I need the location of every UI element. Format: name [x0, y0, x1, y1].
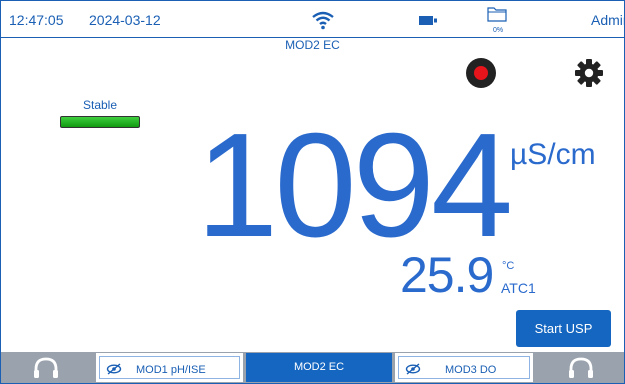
eye-slash-icon — [106, 363, 122, 375]
status-bar: 12:47:05 2024-03-12 0% Admin — [1, 1, 625, 38]
user-name[interactable]: Admin — [591, 12, 625, 28]
storage-percent: 0% — [492, 27, 504, 34]
eye-slash-icon — [405, 363, 421, 375]
tab-mod1[interactable]: MOD1 pH/ISE — [96, 353, 243, 382]
folder-icon[interactable] — [487, 6, 507, 22]
battery-icon — [419, 16, 437, 25]
headset-icon — [34, 357, 58, 378]
clock-date: 2024-03-12 — [89, 12, 161, 28]
tab-mod3-label: MOD3 DO — [445, 364, 497, 376]
temperature-unit: °C — [502, 260, 515, 272]
nav-prev-button[interactable] — [1, 352, 89, 383]
start-usp-button[interactable]: Start USP — [516, 310, 611, 347]
tab-mod2[interactable]: MOD2 EC — [246, 353, 392, 382]
measurement-value: 1094 — [196, 103, 513, 268]
measurement-unit: µS/cm — [510, 138, 596, 171]
clock-time: 12:47:05 — [9, 12, 64, 28]
record-icon — [474, 66, 488, 80]
tab-mod1-label: MOD1 pH/ISE — [136, 364, 206, 376]
wifi-icon — [312, 11, 334, 30]
record-button[interactable] — [466, 58, 496, 88]
stability-indicator — [60, 116, 140, 128]
gear-icon[interactable] — [574, 58, 604, 88]
nav-next-button[interactable] — [536, 352, 624, 383]
tab-mod3[interactable]: MOD3 DO — [395, 353, 533, 382]
stability-label: Stable — [82, 98, 118, 112]
module-title: MOD2 EC — [285, 38, 340, 52]
module-nav: MOD1 pH/ISE MOD2 EC MOD3 DO — [1, 352, 624, 383]
headset-icon — [569, 357, 593, 378]
temperature-mode: ATC1 — [501, 280, 536, 296]
temperature-value: 25.9 — [400, 247, 494, 303]
